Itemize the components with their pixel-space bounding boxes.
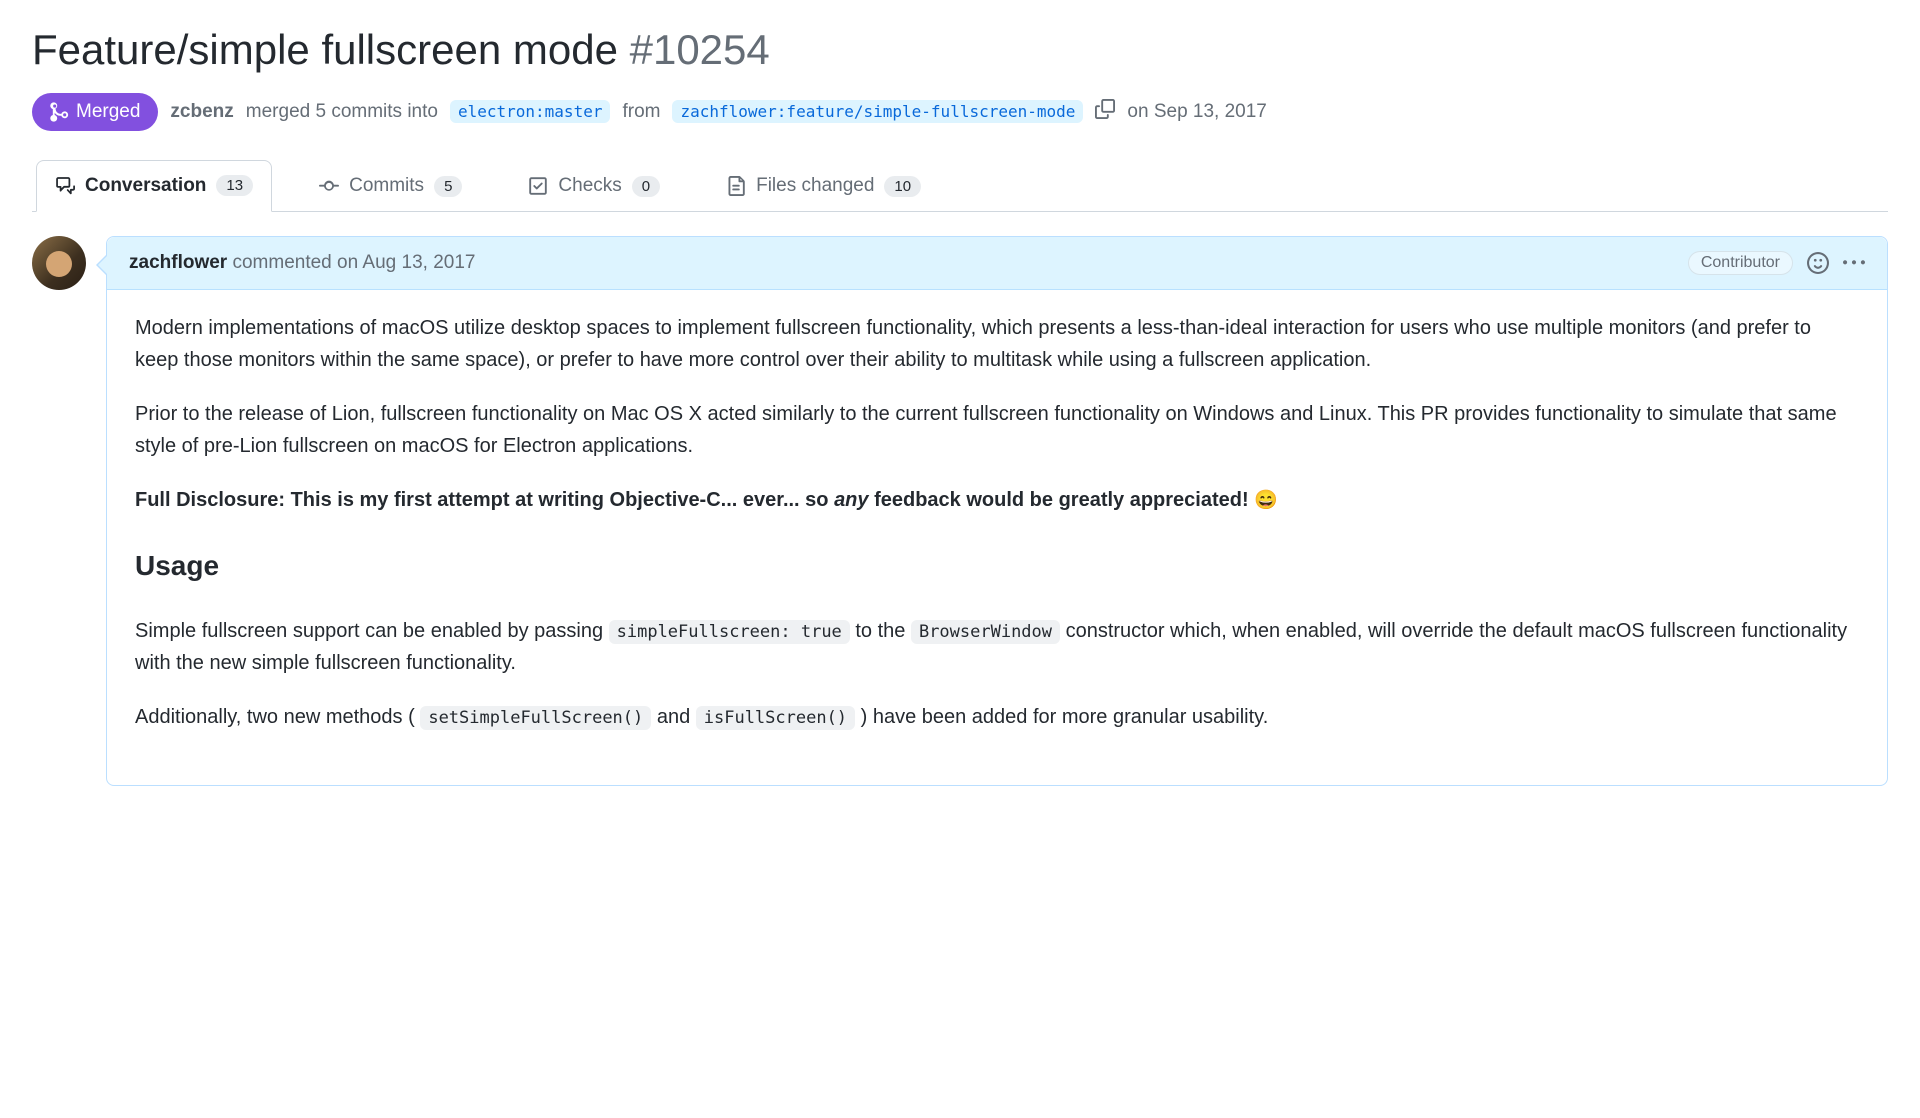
kebab-icon[interactable] [1843, 252, 1865, 274]
tab-count: 5 [434, 176, 462, 197]
comment-header-left: zachflower commented on Aug 13, 2017 [129, 252, 475, 274]
usage-heading: Usage [135, 544, 1859, 597]
comment-date[interactable]: on Aug 13, 2017 [337, 252, 475, 273]
tab-count: 0 [632, 176, 660, 197]
tab-commits[interactable]: Commits 5 [300, 160, 481, 212]
tab-count: 13 [216, 175, 253, 196]
tab-label: Conversation [85, 175, 206, 197]
pr-title: Feature/simple fullscreen mode #10254 [32, 24, 1888, 77]
comment-author[interactable]: zachflower [129, 252, 227, 273]
tab-label: Commits [349, 175, 424, 197]
tab-label: Files changed [756, 175, 874, 197]
pr-title-text: Feature/simple fullscreen mode [32, 26, 618, 73]
pr-tabs: Conversation 13 Commits 5 Checks 0 Files… [32, 159, 1888, 212]
smiley-icon[interactable] [1807, 252, 1829, 274]
comment-header-actions: Contributor [1688, 251, 1865, 275]
comment-p3: Full Disclosure: This is my first attemp… [135, 484, 1859, 516]
timeline: zachflower commented on Aug 13, 2017 Con… [32, 236, 1888, 786]
state-badge-merged: Merged [32, 93, 158, 131]
merge-meta-row: Merged zcbenz merged 5 commits into elec… [32, 93, 1888, 131]
comment-p4: Simple fullscreen support can be enabled… [135, 615, 1859, 679]
copy-branch-icon[interactable] [1095, 99, 1115, 125]
code-setsimplefullscreen: setSimpleFullScreen() [420, 706, 651, 730]
role-badge: Contributor [1688, 251, 1793, 275]
comment-verb: commented [232, 252, 331, 273]
comment-body: Modern implementations of macOS utilize … [107, 290, 1887, 785]
state-label: Merged [76, 101, 140, 123]
merge-action-text: merged 5 commits into [246, 101, 438, 123]
code-browserwindow: BrowserWindow [911, 620, 1060, 644]
base-branch[interactable]: electron:master [450, 100, 611, 123]
pr-number: #10254 [630, 26, 770, 73]
tab-checks[interactable]: Checks 0 [509, 160, 679, 212]
comment-box: zachflower commented on Aug 13, 2017 Con… [106, 236, 1888, 786]
tab-conversation[interactable]: Conversation 13 [36, 160, 272, 212]
git-merge-icon [50, 102, 70, 122]
avatar[interactable] [32, 236, 86, 290]
comment-header: zachflower commented on Aug 13, 2017 Con… [107, 237, 1887, 290]
head-branch[interactable]: zachflower:feature/simple-fullscreen-mod… [672, 100, 1083, 123]
tab-files-changed[interactable]: Files changed 10 [707, 160, 940, 212]
merge-from-text: from [622, 101, 660, 123]
tab-label: Checks [558, 175, 621, 197]
grin-emoji: 😄 [1254, 490, 1278, 511]
code-simplefullscreen: simpleFullscreen: true [609, 620, 850, 644]
code-isfullscreen: isFullScreen() [696, 706, 855, 730]
comment-p1: Modern implementations of macOS utilize … [135, 312, 1859, 376]
comment-p2: Prior to the release of Lion, fullscreen… [135, 398, 1859, 462]
merger-username[interactable]: zcbenz [170, 101, 233, 123]
merge-date: on Sep 13, 2017 [1127, 101, 1266, 123]
tab-count: 10 [884, 176, 921, 197]
comment-p5: Additionally, two new methods ( setSimpl… [135, 701, 1859, 733]
